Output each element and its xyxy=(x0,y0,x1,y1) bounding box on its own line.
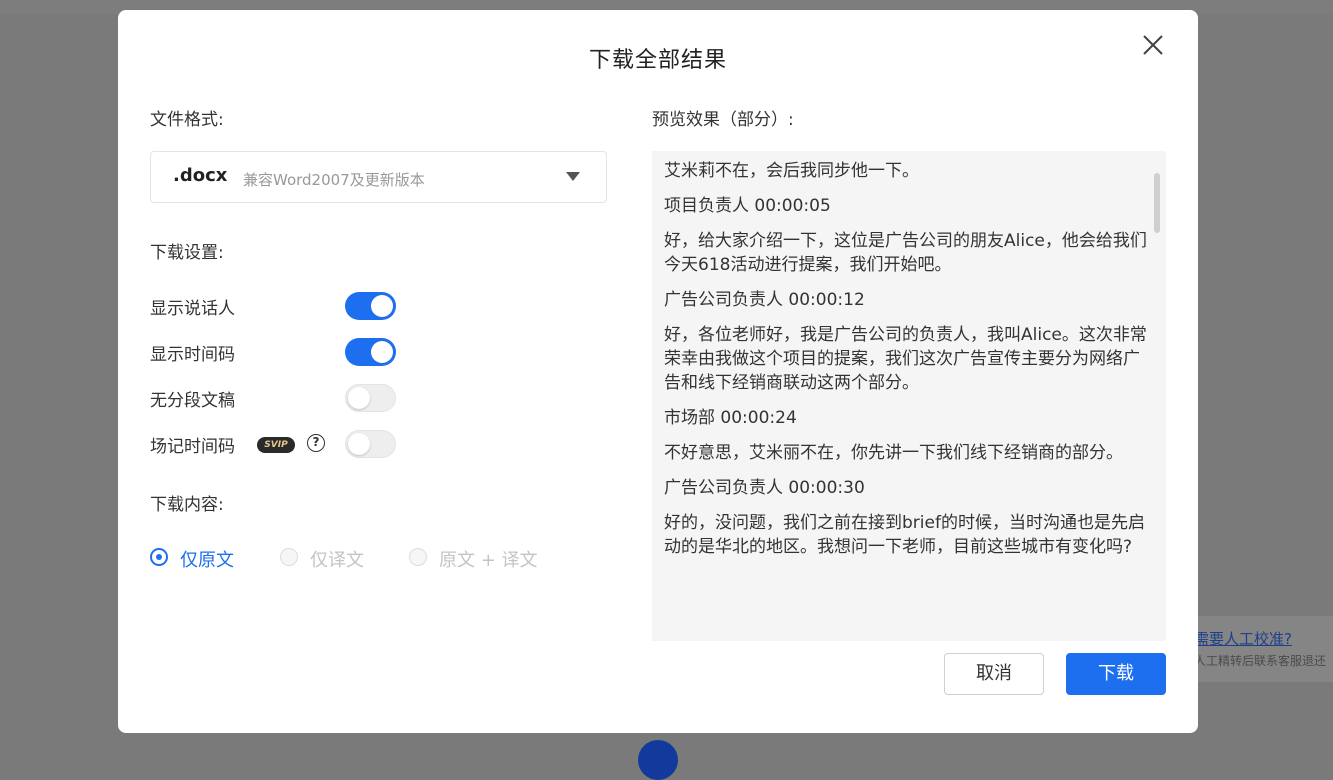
preview-speaker-line: 广告公司负责人 00:00:12 xyxy=(664,290,865,310)
preview-speaker-line: 广告公司负责人 00:00:30 xyxy=(664,478,865,498)
toggle-label-no-paragraph: 无分段文稿 xyxy=(150,391,235,411)
background-fab xyxy=(638,740,678,780)
preview-scrollbar[interactable] xyxy=(1154,173,1160,233)
preview-panel[interactable]: 艾米莉不在，会后我同步他一下。 项目负责人 00:00:05 好，给大家介绍一下，这… xyxy=(652,151,1166,641)
toggle-label-scene-timecode: 场记时间码 xyxy=(150,437,235,457)
radio-checked-icon xyxy=(150,548,168,566)
show-timecode-toggle[interactable] xyxy=(345,338,396,366)
file-format-description: 兼容Word2007及更新版本 xyxy=(243,171,425,189)
download-dialog: 下载全部结果 文件格式: .docx 兼容Word2007及更新版本 下载设置:… xyxy=(118,10,1198,733)
preview-text-paragraph: 好，各位老师好，我是广告公司的负责人，我叫Alice。这次非常荣幸由我做这个项目… xyxy=(664,325,1147,393)
manual-calibration-hint[interactable]: 需要人工校准? 人工精转后联系客服退还 xyxy=(1182,616,1333,682)
download-content-label: 下载内容: xyxy=(150,495,224,515)
toggle-knob xyxy=(371,295,393,317)
radio-unchecked-icon xyxy=(280,548,298,566)
no-paragraph-toggle[interactable] xyxy=(345,384,396,412)
file-format-value: .docx xyxy=(173,165,228,186)
download-settings-label: 下载设置: xyxy=(150,243,224,263)
toggle-knob xyxy=(348,387,370,409)
caret-down-icon xyxy=(566,172,580,181)
toggle-knob xyxy=(371,341,393,363)
toggle-knob xyxy=(348,433,370,455)
toggle-label-show-speaker: 显示说话人 xyxy=(150,299,235,319)
cancel-button[interactable]: 取消 xyxy=(944,653,1044,695)
dialog-title: 下载全部结果 xyxy=(588,48,727,73)
toggle-label-show-timecode: 显示时间码 xyxy=(150,345,235,365)
hint-title[interactable]: 需要人工校准? xyxy=(1194,628,1292,649)
radio-label: 仅译文 xyxy=(310,550,364,571)
preview-speaker-line: 项目负责人 00:00:05 xyxy=(664,196,831,216)
hint-subtitle: 人工精转后联系客服退还 xyxy=(1194,654,1327,668)
preview-text-paragraph: 好的，没问题，我们之前在接到brief的时候，当时沟通也是先启动的是华北的地区。… xyxy=(664,513,1145,557)
radio-label: 仅原文 xyxy=(180,550,234,571)
preview-content: 艾米莉不在，会后我同步他一下。 项目负责人 00:00:05 好，给大家介绍一下，这… xyxy=(664,159,1150,570)
download-button[interactable]: 下载 xyxy=(1066,653,1166,695)
preview-text-paragraph: 艾米莉不在，会后我同步他一下。 xyxy=(664,161,919,181)
radio-label: 原文 + 译文 xyxy=(439,550,538,571)
file-format-select[interactable]: .docx 兼容Word2007及更新版本 xyxy=(150,151,607,203)
svip-badge: SVIP xyxy=(257,437,295,453)
help-icon[interactable]: ? xyxy=(307,434,325,452)
show-speaker-toggle[interactable] xyxy=(345,292,396,320)
preview-text-paragraph: 好，给大家介绍一下，这位是广告公司的朋友Alice，他会给我们今天618活动进行… xyxy=(664,231,1147,275)
preview-text-paragraph: 不好意思，艾米丽不在，你先讲一下我们线下经销商的部分。 xyxy=(664,443,1123,463)
close-icon[interactable] xyxy=(1140,32,1166,58)
preview-label: 预览效果（部分）: xyxy=(652,110,794,130)
preview-speaker-line: 市场部 00:00:24 xyxy=(664,408,797,428)
scene-timecode-toggle[interactable] xyxy=(345,430,396,458)
radio-unchecked-icon xyxy=(409,548,427,566)
file-format-label: 文件格式: xyxy=(150,110,224,130)
